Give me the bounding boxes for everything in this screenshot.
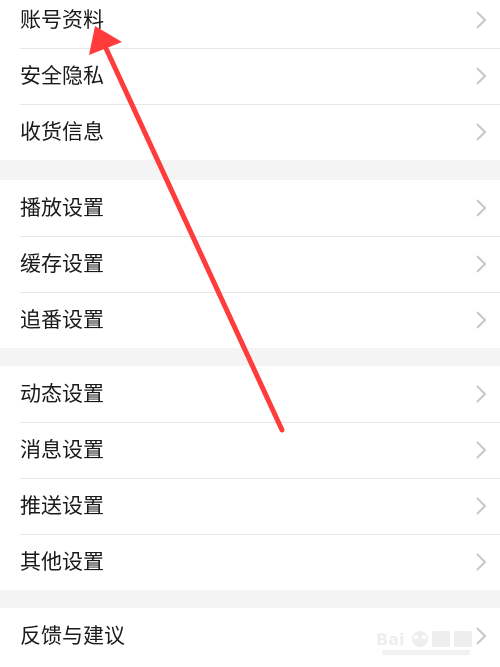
chevron-right-icon	[472, 0, 490, 48]
settings-group-account: 账号资料 安全隐私 收货信息	[0, 0, 500, 160]
settings-item-feed[interactable]: 动态设置	[0, 366, 500, 422]
settings-group-feedback: 反馈与建议	[0, 608, 500, 667]
chevron-right-icon	[472, 478, 490, 534]
chevron-right-icon	[472, 366, 490, 422]
chevron-right-icon	[472, 422, 490, 478]
settings-item-follow-series[interactable]: 追番设置	[0, 292, 500, 348]
settings-item-label: 反馈与建议	[20, 624, 125, 648]
settings-item-account-profile[interactable]: 账号资料	[0, 0, 500, 48]
settings-item-playback[interactable]: 播放设置	[0, 180, 500, 236]
settings-item-feedback[interactable]: 反馈与建议	[0, 608, 500, 664]
chevron-right-icon	[472, 104, 490, 160]
settings-item-label: 账号资料	[20, 8, 104, 32]
settings-item-push[interactable]: 推送设置	[0, 478, 500, 534]
settings-item-other[interactable]: 其他设置	[0, 534, 500, 590]
settings-item-shipping-info[interactable]: 收货信息	[0, 104, 500, 160]
settings-item-label: 动态设置	[20, 382, 104, 406]
settings-item-label: 追番设置	[20, 308, 104, 332]
chevron-right-icon	[472, 180, 490, 236]
settings-item-label: 安全隐私	[20, 64, 104, 88]
chevron-right-icon	[472, 236, 490, 292]
chevron-right-icon	[472, 608, 490, 664]
chevron-right-icon	[472, 534, 490, 590]
settings-item-label: 消息设置	[20, 438, 104, 462]
settings-item-label: 缓存设置	[20, 252, 104, 276]
settings-item-security-privacy[interactable]: 安全隐私	[0, 48, 500, 104]
settings-item-label: 播放设置	[20, 196, 104, 220]
settings-item-cache[interactable]: 缓存设置	[0, 236, 500, 292]
settings-item-label: 收货信息	[20, 120, 104, 144]
settings-item-messages[interactable]: 消息设置	[0, 422, 500, 478]
settings-item-label: 推送设置	[20, 494, 104, 518]
chevron-right-icon	[472, 292, 490, 348]
settings-group-notifications: 动态设置 消息设置 推送设置 其他设置	[0, 366, 500, 590]
chevron-right-icon	[472, 48, 490, 104]
settings-group-playback: 播放设置 缓存设置 追番设置	[0, 180, 500, 348]
settings-item-label: 其他设置	[20, 550, 104, 574]
settings-page: 账号资料 安全隐私 收货信息 播放设置 缓存设置 追番设置 动态设置 消息设置 …	[0, 0, 500, 667]
